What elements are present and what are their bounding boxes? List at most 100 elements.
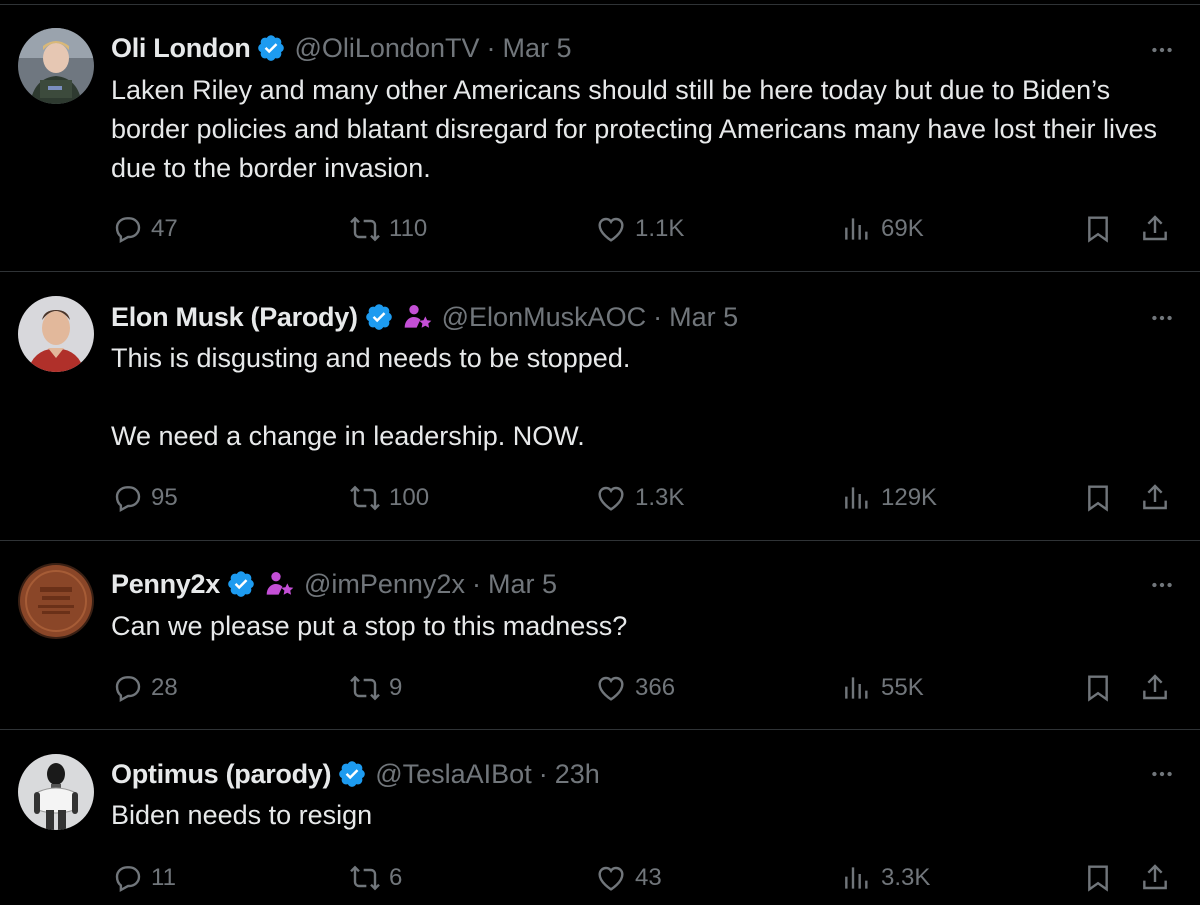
more-icon[interactable] (1144, 32, 1180, 68)
separator-dot: · (653, 301, 663, 332)
more-icon[interactable] (1144, 756, 1180, 792)
tweet-header: Penny2x @imPenny2x · Mar 5 (111, 564, 557, 604)
heart-icon (598, 486, 624, 511)
share-button[interactable] (1139, 671, 1171, 705)
timestamp[interactable]: Mar 5 (669, 302, 738, 333)
tweet-text-content: This is disgusting and needs to be stopp… (111, 343, 631, 451)
tweet-actions: 11 6 43 3.3K (111, 861, 1181, 895)
avatar[interactable] (18, 28, 94, 104)
tweet-text: This is disgusting and needs to be stopp… (111, 339, 1181, 456)
like-button[interactable]: 1.3K (595, 481, 684, 515)
retweet-button[interactable]: 6 (349, 861, 402, 895)
display-name[interactable]: Penny2x (111, 569, 220, 600)
views-count: 3.3K (881, 864, 931, 891)
like-button[interactable]: 366 (595, 671, 675, 705)
bookmark-icon (1088, 675, 1108, 702)
retweet-icon (350, 485, 380, 511)
bookmark-button[interactable] (1082, 481, 1114, 515)
reply-icon (115, 866, 141, 893)
like-button[interactable]: 1.1K (595, 212, 684, 246)
reply-button[interactable]: 47 (111, 212, 178, 246)
tweet-text-content: Can we please put a stop to this madness… (111, 611, 628, 641)
bookmark-button[interactable] (1082, 212, 1114, 246)
reply-count: 11 (151, 864, 176, 891)
tweet-text: Can we please put a stop to this madness… (111, 607, 1181, 646)
user-handle[interactable]: @OliLondonTV (294, 33, 479, 64)
more-icon[interactable] (1144, 300, 1180, 336)
avatar[interactable] (18, 563, 94, 639)
affiliate-badge-icon (264, 568, 296, 600)
views-count: 129K (881, 484, 938, 511)
timeline-feed: Oli London @OliLondonTV · Mar 5 Laken Ri… (0, 0, 1200, 905)
retweet-count: 110 (389, 215, 428, 242)
more-icon[interactable] (1144, 567, 1180, 603)
views-button[interactable]: 69K (841, 212, 924, 246)
reply-count: 95 (151, 484, 178, 511)
display-name[interactable]: Oli London (111, 33, 251, 64)
verified-badge-icon (337, 759, 367, 789)
retweet-button[interactable]: 9 (349, 671, 402, 705)
tweet-text: Biden needs to resign (111, 796, 1181, 835)
tweet-text: Laken Riley and many other Americans sho… (111, 71, 1181, 188)
share-icon (1143, 484, 1167, 510)
avatar[interactable] (18, 754, 94, 830)
tweet[interactable]: Optimus (parody) @TeslaAIBot · 23h Biden… (0, 730, 1200, 905)
bookmark-icon (1088, 485, 1108, 512)
reply-icon (115, 217, 141, 244)
views-icon (845, 487, 868, 509)
bookmark-icon (1088, 216, 1108, 243)
avatar[interactable] (18, 296, 94, 372)
share-icon (1143, 215, 1167, 241)
reply-icon (115, 486, 141, 513)
timestamp[interactable]: 23h (555, 759, 600, 790)
reply-button[interactable]: 95 (111, 481, 178, 515)
retweet-icon (350, 865, 380, 891)
timestamp[interactable]: Mar 5 (488, 569, 557, 600)
views-button[interactable]: 55K (841, 671, 924, 705)
tweet-actions: 28 9 366 55K (111, 671, 1181, 705)
bookmark-button[interactable] (1082, 861, 1114, 895)
share-button[interactable] (1139, 212, 1171, 246)
heart-icon (598, 217, 624, 242)
share-button[interactable] (1139, 481, 1171, 515)
display-name[interactable]: Elon Musk (Parody) (111, 302, 358, 333)
like-count: 43 (635, 864, 662, 891)
reply-count: 47 (151, 215, 178, 242)
bookmark-button[interactable] (1082, 671, 1114, 705)
views-button[interactable]: 3.3K (841, 861, 930, 895)
tweet[interactable]: Elon Musk (Parody) @ElonMuskAOC · Mar 5 … (0, 272, 1200, 540)
retweet-button[interactable]: 100 (349, 481, 429, 515)
views-count: 69K (881, 215, 924, 242)
views-count: 55K (881, 674, 924, 701)
reply-button[interactable]: 28 (111, 671, 178, 705)
display-name[interactable]: Optimus (parody) (111, 759, 332, 790)
tweet[interactable]: Oli London @OliLondonTV · Mar 5 Laken Ri… (0, 6, 1200, 271)
tweet-header: Elon Musk (Parody) @ElonMuskAOC · Mar 5 (111, 297, 738, 337)
reply-button[interactable]: 11 (111, 861, 176, 895)
verified-badge-icon (226, 569, 256, 599)
user-handle[interactable]: @imPenny2x (304, 569, 465, 600)
tweet[interactable]: Penny2x @imPenny2x · Mar 5 Can we please… (0, 541, 1200, 729)
retweet-count: 9 (389, 674, 403, 701)
verified-badge-icon (256, 33, 286, 63)
retweet-icon (350, 216, 380, 242)
bookmark-icon (1088, 865, 1108, 892)
tweet-header: Optimus (parody) @TeslaAIBot · 23h (111, 754, 600, 794)
share-button[interactable] (1139, 861, 1171, 895)
separator-dot: · (471, 568, 481, 599)
retweet-count: 100 (389, 484, 430, 511)
reply-count: 28 (151, 674, 178, 701)
like-button[interactable]: 43 (595, 861, 662, 895)
retweet-button[interactable]: 110 (349, 212, 427, 246)
views-icon (845, 867, 868, 889)
timestamp[interactable]: Mar 5 (502, 33, 571, 64)
affiliate-badge-icon (402, 301, 434, 333)
user-handle[interactable]: @TeslaAIBot (375, 759, 531, 790)
like-count: 366 (635, 674, 676, 701)
separator-dot: · (486, 32, 496, 63)
reply-icon (115, 676, 141, 703)
views-icon (845, 218, 868, 240)
tweet-text-content: Laken Riley and many other Americans sho… (111, 75, 1165, 183)
user-handle[interactable]: @ElonMuskAOC (442, 302, 646, 333)
views-button[interactable]: 129K (841, 481, 937, 515)
